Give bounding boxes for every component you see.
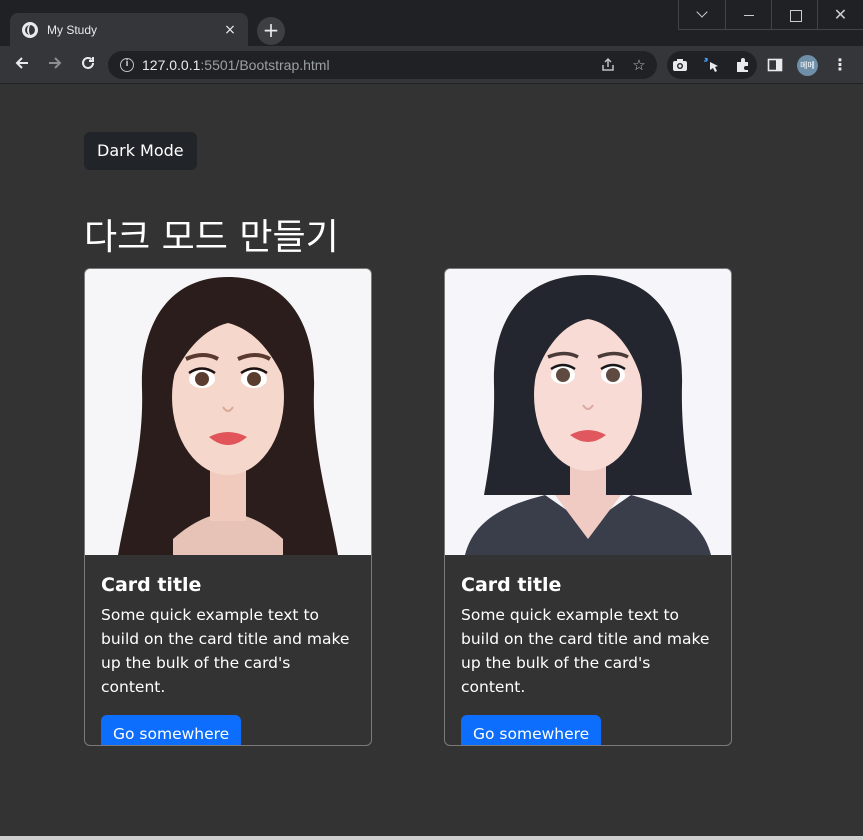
- profile-avatar[interactable]: 메메: [797, 55, 818, 76]
- globe-icon: [22, 21, 38, 38]
- card-image-long-hair-portrait: [85, 269, 371, 555]
- maximize-icon[interactable]: [771, 0, 817, 30]
- card-text: Some quick example text to build on the …: [461, 606, 710, 696]
- page-content: Dark Mode 다크 모드 만들기 Card title Some quic…: [0, 84, 863, 836]
- new-tab-button[interactable]: +: [257, 17, 285, 45]
- cursor-click-icon[interactable]: [704, 57, 720, 73]
- card-body: Card title Some quick example text to bu…: [445, 555, 731, 745]
- card: Card title Some quick example text to bu…: [444, 268, 732, 746]
- address-bar[interactable]: i 127.0.0.1:5501/Bootstrap.html ☆: [108, 51, 657, 79]
- card-text: Some quick example text to build on the …: [101, 606, 350, 696]
- extensions-area: [667, 51, 757, 79]
- tab-close-icon[interactable]: ×: [222, 22, 238, 38]
- dark-mode-button[interactable]: Dark Mode: [84, 132, 197, 170]
- browser-tab[interactable]: My Study ×: [10, 13, 248, 46]
- window-bottom-edge: [0, 836, 863, 840]
- forward-arrow-icon[interactable]: [43, 54, 67, 76]
- page-heading: 다크 모드 만들기: [84, 217, 339, 258]
- card: Card title Some quick example text to bu…: [84, 268, 372, 746]
- url-host: 127.0.0.1: [142, 57, 201, 73]
- camera-icon[interactable]: [672, 57, 688, 73]
- tab-search-icon[interactable]: [679, 0, 725, 30]
- go-somewhere-button[interactable]: Go somewhere: [101, 715, 242, 745]
- go-somewhere-button[interactable]: Go somewhere: [461, 715, 602, 745]
- side-panel-icon[interactable]: [767, 57, 783, 73]
- reload-icon[interactable]: [76, 54, 100, 76]
- window-controls: ✕: [678, 0, 863, 30]
- minimize-icon[interactable]: [725, 0, 771, 30]
- card-body: Card title Some quick example text to bu…: [85, 555, 371, 745]
- card-title: Card title: [461, 574, 562, 596]
- browser-toolbar: i 127.0.0.1:5501/Bootstrap.html ☆ 메메 ⋮: [0, 46, 863, 84]
- card-title: Card title: [101, 574, 202, 596]
- share-icon[interactable]: [600, 57, 616, 73]
- menu-kebab-icon[interactable]: ⋮: [832, 56, 848, 74]
- window-close-icon[interactable]: ✕: [817, 0, 863, 30]
- url-path: :5501/Bootstrap.html: [200, 57, 330, 73]
- back-arrow-icon[interactable]: [10, 54, 34, 76]
- card-image-short-hair-portrait: [445, 269, 731, 555]
- tab-title: My Study: [47, 22, 98, 37]
- puzzle-extensions-icon[interactable]: [735, 57, 751, 73]
- browser-titlebar: My Study × + ✕: [0, 0, 863, 46]
- site-info-icon[interactable]: i: [120, 58, 134, 72]
- bookmark-star-icon[interactable]: ☆: [631, 57, 647, 73]
